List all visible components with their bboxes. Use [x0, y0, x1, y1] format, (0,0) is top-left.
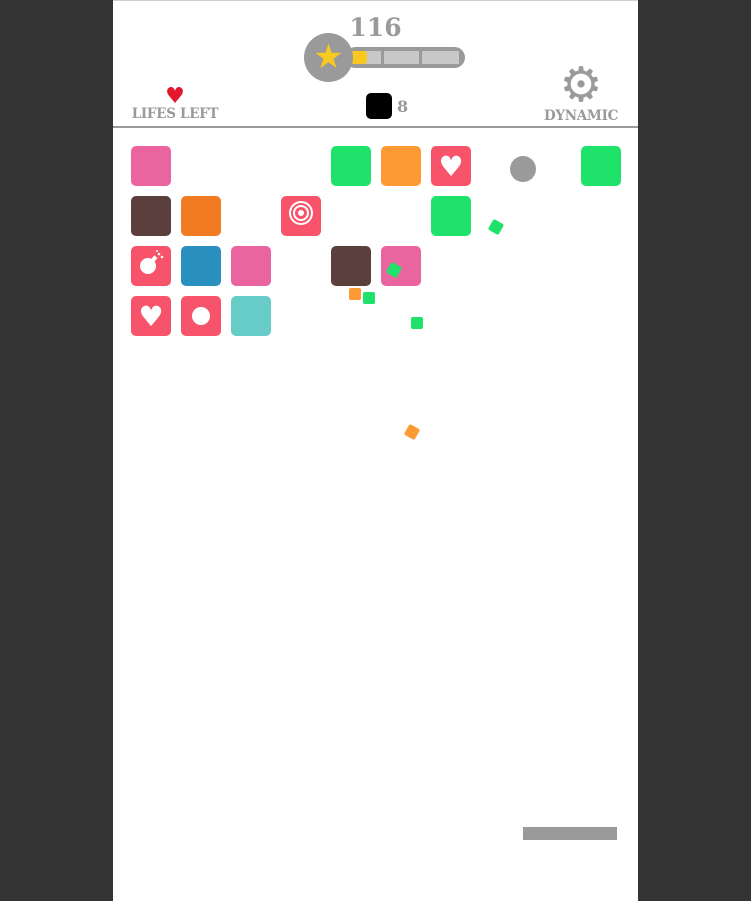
brick	[331, 246, 371, 286]
brick-fragment	[487, 218, 505, 236]
brick	[181, 196, 221, 236]
bomb-icon	[137, 249, 165, 284]
brick	[231, 246, 271, 286]
game-board[interactable]: 116 ★ ♥ LIFES LEFT 8 ⚙ DYNAMIC ♥ ♥	[113, 0, 638, 901]
brick-fragment	[349, 288, 361, 300]
brick	[331, 146, 371, 186]
brick	[381, 246, 421, 286]
paddle[interactable]	[523, 827, 617, 840]
star-icon: ★	[304, 33, 353, 82]
brick-fragment	[411, 317, 423, 329]
ball	[510, 156, 536, 182]
brick	[181, 246, 221, 286]
blocks-remaining: 8	[366, 93, 408, 119]
ball-powerup-brick	[181, 296, 221, 336]
brick	[581, 146, 621, 186]
brick	[431, 196, 471, 236]
progress-segment	[422, 51, 459, 64]
header-divider	[113, 126, 638, 128]
bomb-powerup-brick	[131, 246, 171, 286]
gear-icon[interactable]: ⚙	[539, 61, 623, 109]
score-value: 116	[349, 13, 402, 42]
brick	[231, 296, 271, 336]
mode-label: DYNAMIC	[543, 108, 619, 124]
heart-powerup-brick: ♥	[431, 146, 471, 186]
settings-button[interactable]: ⚙ DYNAMIC	[539, 61, 623, 124]
heart-icon: ♥	[165, 84, 185, 109]
brick	[131, 146, 171, 186]
lives-label: LIFES LEFT	[131, 106, 219, 122]
ball-icon	[192, 307, 210, 325]
blocks-remaining-count: 8	[397, 96, 409, 116]
progress-segment	[384, 51, 419, 64]
heart-powerup-brick: ♥	[131, 296, 171, 336]
brick-fragment	[403, 423, 421, 441]
target-powerup-brick	[281, 196, 321, 236]
block-icon	[366, 93, 392, 119]
progress-fill	[351, 51, 367, 64]
target-icon	[288, 200, 314, 233]
level-progress-bar	[345, 47, 465, 68]
brick	[131, 196, 171, 236]
heart-icon: ♥	[138, 299, 164, 333]
lives-indicator: ♥ LIFES LEFT	[131, 84, 219, 123]
heart-icon: ♥	[438, 149, 464, 183]
brick	[381, 146, 421, 186]
brick-fragment	[363, 292, 375, 304]
